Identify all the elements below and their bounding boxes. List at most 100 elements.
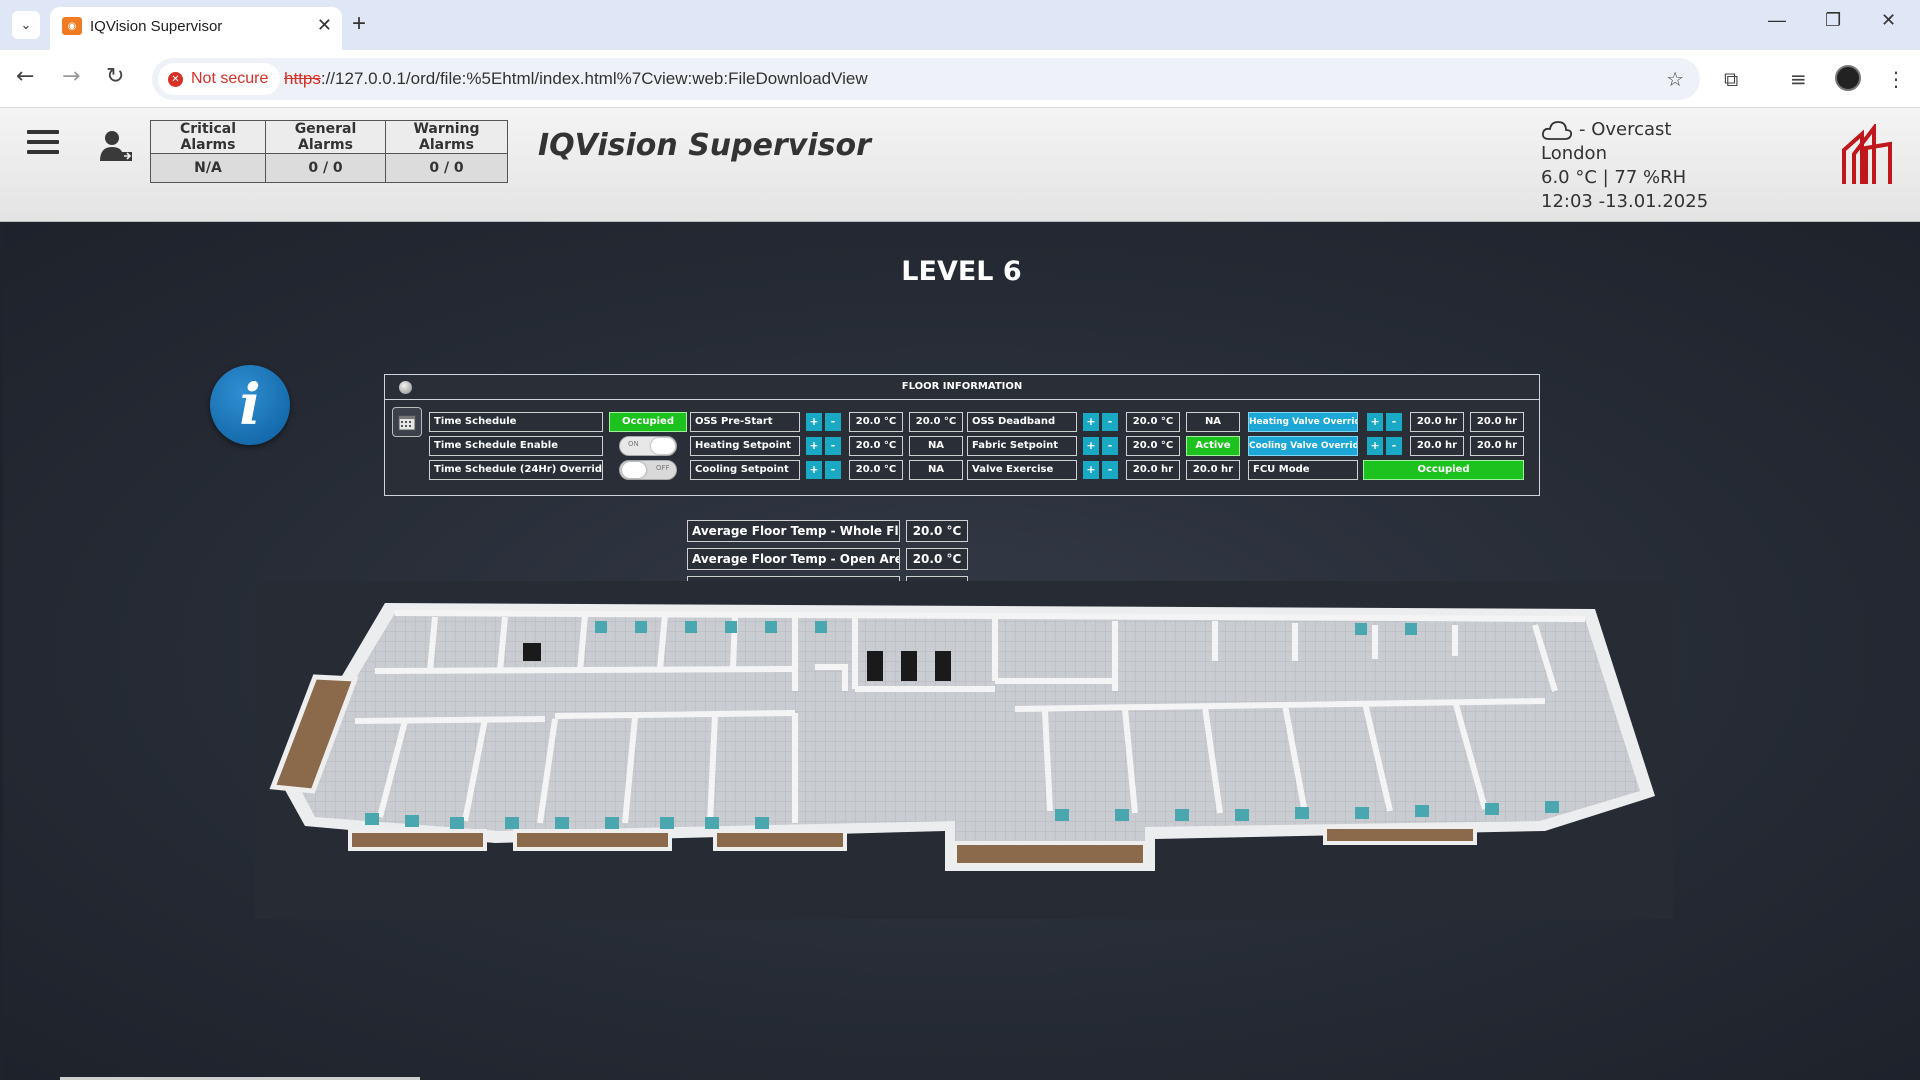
time-schedule-enable-label: Time Schedule Enable: [429, 436, 603, 456]
media-control-icon[interactable]: ≡: [1790, 67, 1807, 91]
avg-floor-temp-open-value: 20.0 °C: [906, 548, 968, 570]
valve-exercise-value[interactable]: 20.0 hr: [1126, 460, 1180, 480]
profile-avatar[interactable]: [1835, 65, 1861, 91]
security-label: Not secure: [191, 70, 269, 87]
heating-valve-override-plus-button[interactable]: +: [1367, 413, 1383, 431]
avg-floor-temp-whole-label: Average Floor Temp - Whole Floor: [687, 520, 900, 542]
fcu-mode-status: Occupied: [1363, 460, 1524, 480]
oss-prestart-minus-button[interactable]: -: [825, 413, 841, 431]
extensions-puzzle-icon[interactable]: ⧉: [1724, 67, 1738, 91]
cooling-valve-override-remaining: 20.0 hr: [1470, 436, 1524, 456]
back-arrow-icon[interactable]: ←: [16, 64, 34, 89]
alarm-summary-table: Critical Alarms General Alarms Warning A…: [150, 120, 508, 183]
time-schedule-override-toggle[interactable]: OFF: [619, 460, 677, 480]
tab-favicon-icon: ◉: [62, 17, 82, 35]
oss-deadband-value[interactable]: 20.0 °C: [1126, 412, 1180, 432]
cooling-valve-override-value[interactable]: 20.0 hr: [1410, 436, 1464, 456]
weather-temperature-humidity: 6.0 °C | 77 %RH: [1541, 167, 1687, 188]
cooling-setpoint-current: NA: [909, 460, 963, 480]
cooling-setpoint-minus-button[interactable]: -: [825, 461, 841, 479]
main-view: LEVEL 6 i FLOOR INFORMATION Time Schedul…: [3, 222, 1920, 1080]
weather-city: London: [1541, 143, 1607, 164]
fabric-setpoint-label: Fabric Setpoint: [967, 436, 1077, 456]
oss-prestart-value[interactable]: 20.0 °C: [849, 412, 903, 432]
warning-alarms-count[interactable]: 0 / 0: [385, 153, 508, 183]
floor-plan-image[interactable]: [255, 581, 1673, 919]
reload-icon[interactable]: ↻: [106, 64, 124, 89]
heating-setpoint-value[interactable]: 20.0 °C: [849, 436, 903, 456]
url-scheme: https: [284, 69, 321, 88]
time-schedule-status: Occupied: [609, 412, 687, 432]
url-text[interactable]: https://127.0.0.1/ord/file:%5Ehtml/index…: [284, 69, 868, 89]
avg-floor-temp-open-label: Average Floor Temp - Open Areas: [687, 548, 900, 570]
warning-alarms-header[interactable]: Warning Alarms: [385, 120, 508, 154]
close-window-icon[interactable]: ✕: [1881, 10, 1896, 31]
tab-search-chevron-icon[interactable]: ⌄: [12, 11, 40, 39]
new-tab-plus-icon[interactable]: +: [352, 10, 366, 38]
oss-prestart-plus-button[interactable]: +: [806, 413, 822, 431]
time-schedule-override-label: Time Schedule (24Hr) Override: [429, 460, 603, 480]
oss-prestart-current: 20.0 °C: [909, 412, 963, 432]
weather-widget: - Overcast London 6.0 °C | 77 %RH 12:03 …: [1541, 118, 1708, 214]
bookmark-star-icon[interactable]: ☆: [1666, 67, 1684, 91]
heating-valve-override-button[interactable]: Heating Valve Override: [1248, 412, 1358, 432]
valve-exercise-minus-button[interactable]: -: [1102, 461, 1118, 479]
tab-close-icon[interactable]: ✕: [317, 15, 332, 36]
heating-setpoint-label: Heating Setpoint: [690, 436, 800, 456]
avg-floor-temp-whole-value: 20.0 °C: [906, 520, 968, 542]
cooling-valve-override-plus-button[interactable]: +: [1367, 437, 1383, 455]
address-bar[interactable]: ✕ Not secure https://127.0.0.1/ord/file:…: [152, 58, 1700, 100]
weather-datetime: 12:03 -13.01.2025: [1541, 191, 1709, 212]
user-login-icon[interactable]: [98, 128, 134, 164]
valve-exercise-label: Valve Exercise: [967, 460, 1077, 480]
heating-setpoint-minus-button[interactable]: -: [825, 437, 841, 455]
browser-tab-strip: ⌄ ◉ IQVision Supervisor ✕ + — ❐ ✕: [0, 0, 1920, 50]
general-alarms-header[interactable]: General Alarms: [265, 120, 386, 154]
cooling-setpoint-plus-button[interactable]: +: [806, 461, 822, 479]
valve-exercise-plus-button[interactable]: +: [1083, 461, 1099, 479]
fabric-setpoint-value[interactable]: 20.0 °C: [1126, 436, 1180, 456]
forward-arrow-icon[interactable]: →: [62, 64, 80, 89]
fabric-setpoint-status: Active: [1186, 436, 1240, 456]
oss-deadband-current: NA: [1186, 412, 1240, 432]
restore-window-icon[interactable]: ❐: [1825, 10, 1841, 31]
fcu-mode-label: FCU Mode: [1248, 460, 1358, 480]
cloud-icon: [1541, 121, 1573, 140]
url-path: ://127.0.0.1/ord/file:%5Ehtml/index.html…: [320, 69, 868, 88]
weather-condition: - Overcast: [1579, 119, 1672, 140]
heating-setpoint-plus-button[interactable]: +: [806, 437, 822, 455]
info-icon[interactable]: i: [210, 365, 290, 445]
general-alarms-count[interactable]: 0 / 0: [265, 153, 386, 183]
heating-valve-override-value[interactable]: 20.0 hr: [1410, 412, 1464, 432]
minimize-window-icon[interactable]: —: [1768, 10, 1786, 31]
cooling-valve-override-minus-button[interactable]: -: [1386, 437, 1402, 455]
level-title: LEVEL 6: [901, 256, 1022, 287]
calendar-schedule-icon[interactable]: [392, 407, 422, 437]
hamburger-menu-icon[interactable]: [27, 130, 59, 158]
browser-menu-kebab-icon[interactable]: ⋮: [1886, 67, 1906, 91]
not-secure-warning-icon: ✕: [168, 71, 183, 87]
cooling-setpoint-label: Cooling Setpoint: [690, 460, 800, 480]
time-schedule-label: Time Schedule: [429, 412, 603, 432]
heating-valve-override-minus-button[interactable]: -: [1386, 413, 1402, 431]
app-header: Critical Alarms General Alarms Warning A…: [0, 108, 1920, 222]
critical-alarms-count[interactable]: N/A: [150, 153, 266, 183]
cooling-valve-override-button[interactable]: Cooling Valve Override: [1248, 436, 1358, 456]
fabric-setpoint-plus-button[interactable]: +: [1083, 437, 1099, 455]
valve-exercise-current: 20.0 hr: [1186, 460, 1240, 480]
oss-deadband-minus-button[interactable]: -: [1102, 413, 1118, 431]
critical-alarms-header[interactable]: Critical Alarms: [150, 120, 266, 154]
cooling-setpoint-value[interactable]: 20.0 °C: [849, 460, 903, 480]
oss-prestart-label: OSS Pre-Start: [690, 412, 800, 432]
panel-title: FLOOR INFORMATION: [901, 381, 1023, 392]
building-logo-icon: [1842, 124, 1892, 184]
security-indicator[interactable]: ✕ Not secure: [158, 63, 281, 95]
time-schedule-enable-toggle[interactable]: ON: [619, 436, 677, 456]
browser-tab[interactable]: ◉ IQVision Supervisor ✕: [50, 7, 342, 50]
oss-deadband-plus-button[interactable]: +: [1083, 413, 1099, 431]
heating-valve-override-remaining: 20.0 hr: [1470, 412, 1524, 432]
app-title: IQVision Supervisor: [538, 128, 871, 163]
oss-deadband-label: OSS Deadband: [967, 412, 1077, 432]
fabric-setpoint-minus-button[interactable]: -: [1102, 437, 1118, 455]
tab-title: IQVision Supervisor: [90, 18, 223, 35]
